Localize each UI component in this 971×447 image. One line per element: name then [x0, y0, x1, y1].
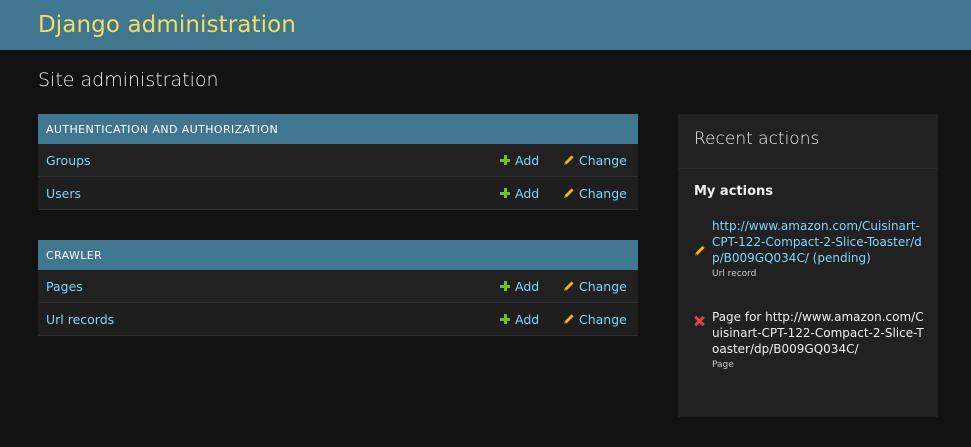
module-crawler: Crawler Pages Add Change Url records Add…: [38, 240, 638, 336]
model-row-url-records: Url records Add Change: [38, 303, 638, 336]
add-pages-button[interactable]: Add: [500, 279, 539, 294]
add-label: Add: [515, 311, 540, 327]
model-row-pages: Pages Add Change: [38, 270, 638, 303]
delete-icon: [694, 311, 706, 372]
add-label: Add: [515, 185, 540, 201]
add-users-button[interactable]: Add: [500, 186, 539, 201]
model-row-groups: Groups Add Change: [38, 144, 638, 177]
recent-action-link[interactable]: http://www.amazon.com/Cuisinart-CPT-122-…: [712, 218, 926, 266]
add-label: Add: [515, 278, 540, 294]
model-link-groups[interactable]: Groups: [46, 153, 91, 168]
plus-icon: [500, 281, 510, 291]
model-row-users: Users Add Change: [38, 177, 638, 210]
model-link-users[interactable]: Users: [46, 186, 81, 201]
recent-actions-title: Recent actions: [678, 114, 938, 169]
change-users-button[interactable]: Change: [563, 186, 627, 201]
module-caption-crawler[interactable]: Crawler: [38, 240, 638, 270]
add-url-records-button[interactable]: Add: [500, 312, 539, 327]
module-authentication: Authentication and Authorization Groups …: [38, 114, 638, 210]
site-brand-link[interactable]: Django administration: [38, 12, 296, 38]
add-label: Add: [515, 152, 540, 168]
model-link-url-records[interactable]: Url records: [46, 312, 114, 327]
change-label: Change: [579, 152, 627, 168]
pencil-icon: [564, 281, 574, 291]
recent-action-item: Page for http://www.amazon.com/Cuisinart…: [694, 309, 926, 372]
recent-action-type: Page: [712, 360, 734, 370]
change-label: Change: [579, 311, 627, 327]
add-groups-button[interactable]: Add: [500, 153, 539, 168]
change-label: Change: [579, 278, 627, 294]
pencil-icon: [695, 245, 705, 256]
my-actions-heading: My actions: [694, 184, 774, 199]
site-header: Django administration: [0, 0, 971, 50]
recent-action-item: http://www.amazon.com/Cuisinart-CPT-122-…: [694, 218, 926, 281]
plus-icon: [500, 314, 510, 324]
change-pages-button[interactable]: Change: [563, 279, 627, 294]
recent-actions-panel: Recent actions My actions http://www.ama…: [678, 114, 938, 417]
page-title: Site administration: [38, 69, 219, 91]
plus-icon: [500, 155, 510, 165]
change-url-records-button[interactable]: Change: [563, 312, 627, 327]
recent-action-text: Page for http://www.amazon.com/Cuisinart…: [712, 310, 924, 356]
recent-action-type: Url record: [712, 269, 757, 279]
pencil-icon: [564, 155, 574, 165]
module-caption-authentication[interactable]: Authentication and Authorization: [38, 114, 638, 144]
plus-icon: [500, 188, 510, 198]
model-link-pages[interactable]: Pages: [46, 279, 83, 294]
pencil-icon: [564, 188, 574, 198]
change-label: Change: [579, 185, 627, 201]
change-groups-button[interactable]: Change: [563, 153, 627, 168]
pencil-icon: [564, 314, 574, 324]
